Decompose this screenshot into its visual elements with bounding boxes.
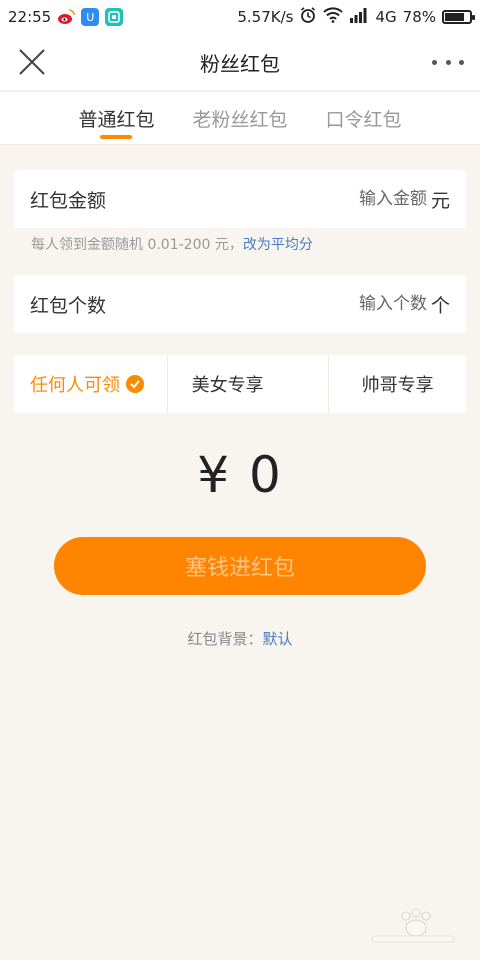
count-input-group: 个 (326, 291, 450, 318)
close-icon[interactable] (16, 46, 48, 78)
audience-option-anyone[interactable]: 任何人可领 (14, 355, 168, 413)
alarm-icon (299, 6, 317, 28)
background-link[interactable]: 默认 (263, 630, 293, 648)
app-u-icon: U (81, 8, 100, 26)
average-split-link[interactable]: 改为平均分 (243, 237, 313, 253)
status-time: 22:55 (8, 8, 52, 26)
amount-input-group: 元 (326, 186, 450, 213)
check-icon (126, 375, 144, 393)
status-right: 5.57K/s 4G 78% (237, 6, 475, 28)
amount-card: 红包金额 元 (14, 170, 466, 228)
tab-normal-redpacket[interactable]: 普通红包 (78, 92, 154, 144)
page-title: 粉丝红包 (200, 51, 280, 76)
amount-hint-text: 每人领到金额随机 0.01-200 元， (31, 237, 243, 253)
status-left: 22:55 U (8, 8, 124, 26)
signal-icon (349, 7, 369, 27)
battery-icon (442, 10, 475, 24)
tab-label: 老粉丝红包 (192, 109, 288, 131)
background-label: 红包背景： (187, 630, 263, 648)
audience-option-label: 任何人可领 (30, 375, 120, 396)
count-card: 红包个数 个 (14, 275, 466, 333)
total-amount: ¥ 0 (197, 446, 283, 504)
tab-password-redpacket[interactable]: 口令红包 (326, 92, 402, 144)
tab-bar: 普通红包 老粉丝红包 口令红包 (0, 91, 480, 145)
nav-bar: 粉丝红包 (0, 34, 480, 90)
battery-percent: 78% (402, 8, 436, 26)
tab-label: 口令红包 (325, 109, 402, 131)
audience-option-label: 帅哥专享 (361, 375, 434, 396)
wifi-icon (323, 7, 344, 27)
audience-option-women[interactable]: 美女专享 (168, 355, 330, 413)
audience-option-label: 美女专享 (191, 375, 264, 396)
status-bar: 22:55 U 5.57K/s 4G 78% (0, 0, 480, 34)
tab-old-fans-redpacket[interactable]: 老粉丝红包 (192, 92, 287, 144)
amount-input[interactable] (326, 189, 427, 209)
weibo-icon (57, 8, 76, 26)
app-scan-icon (105, 8, 124, 26)
amount-unit: 元 (430, 189, 450, 212)
net-speed: 5.57K/s (237, 8, 294, 26)
submit-button[interactable]: 塞钱进红包 (54, 537, 426, 595)
network-type: 4G (375, 8, 397, 26)
tab-active-indicator (100, 135, 133, 139)
audience-selector: 任何人可领 美女专享 帅哥专享 (14, 355, 466, 413)
background-setting: 红包背景：默认 (0, 628, 480, 649)
battery-fill (445, 13, 464, 21)
more-icon[interactable] (432, 52, 464, 72)
count-unit: 个 (430, 294, 450, 317)
count-label: 红包个数 (30, 294, 107, 317)
amount-hint: 每人领到金额随机 0.01-200 元，改为平均分 (31, 234, 313, 254)
tab-label: 普通红包 (78, 109, 155, 131)
audience-option-men[interactable]: 帅哥专享 (329, 355, 466, 413)
amount-label: 红包金额 (30, 189, 107, 212)
count-input[interactable] (326, 294, 427, 314)
baidu-watermark-icon (368, 906, 458, 946)
